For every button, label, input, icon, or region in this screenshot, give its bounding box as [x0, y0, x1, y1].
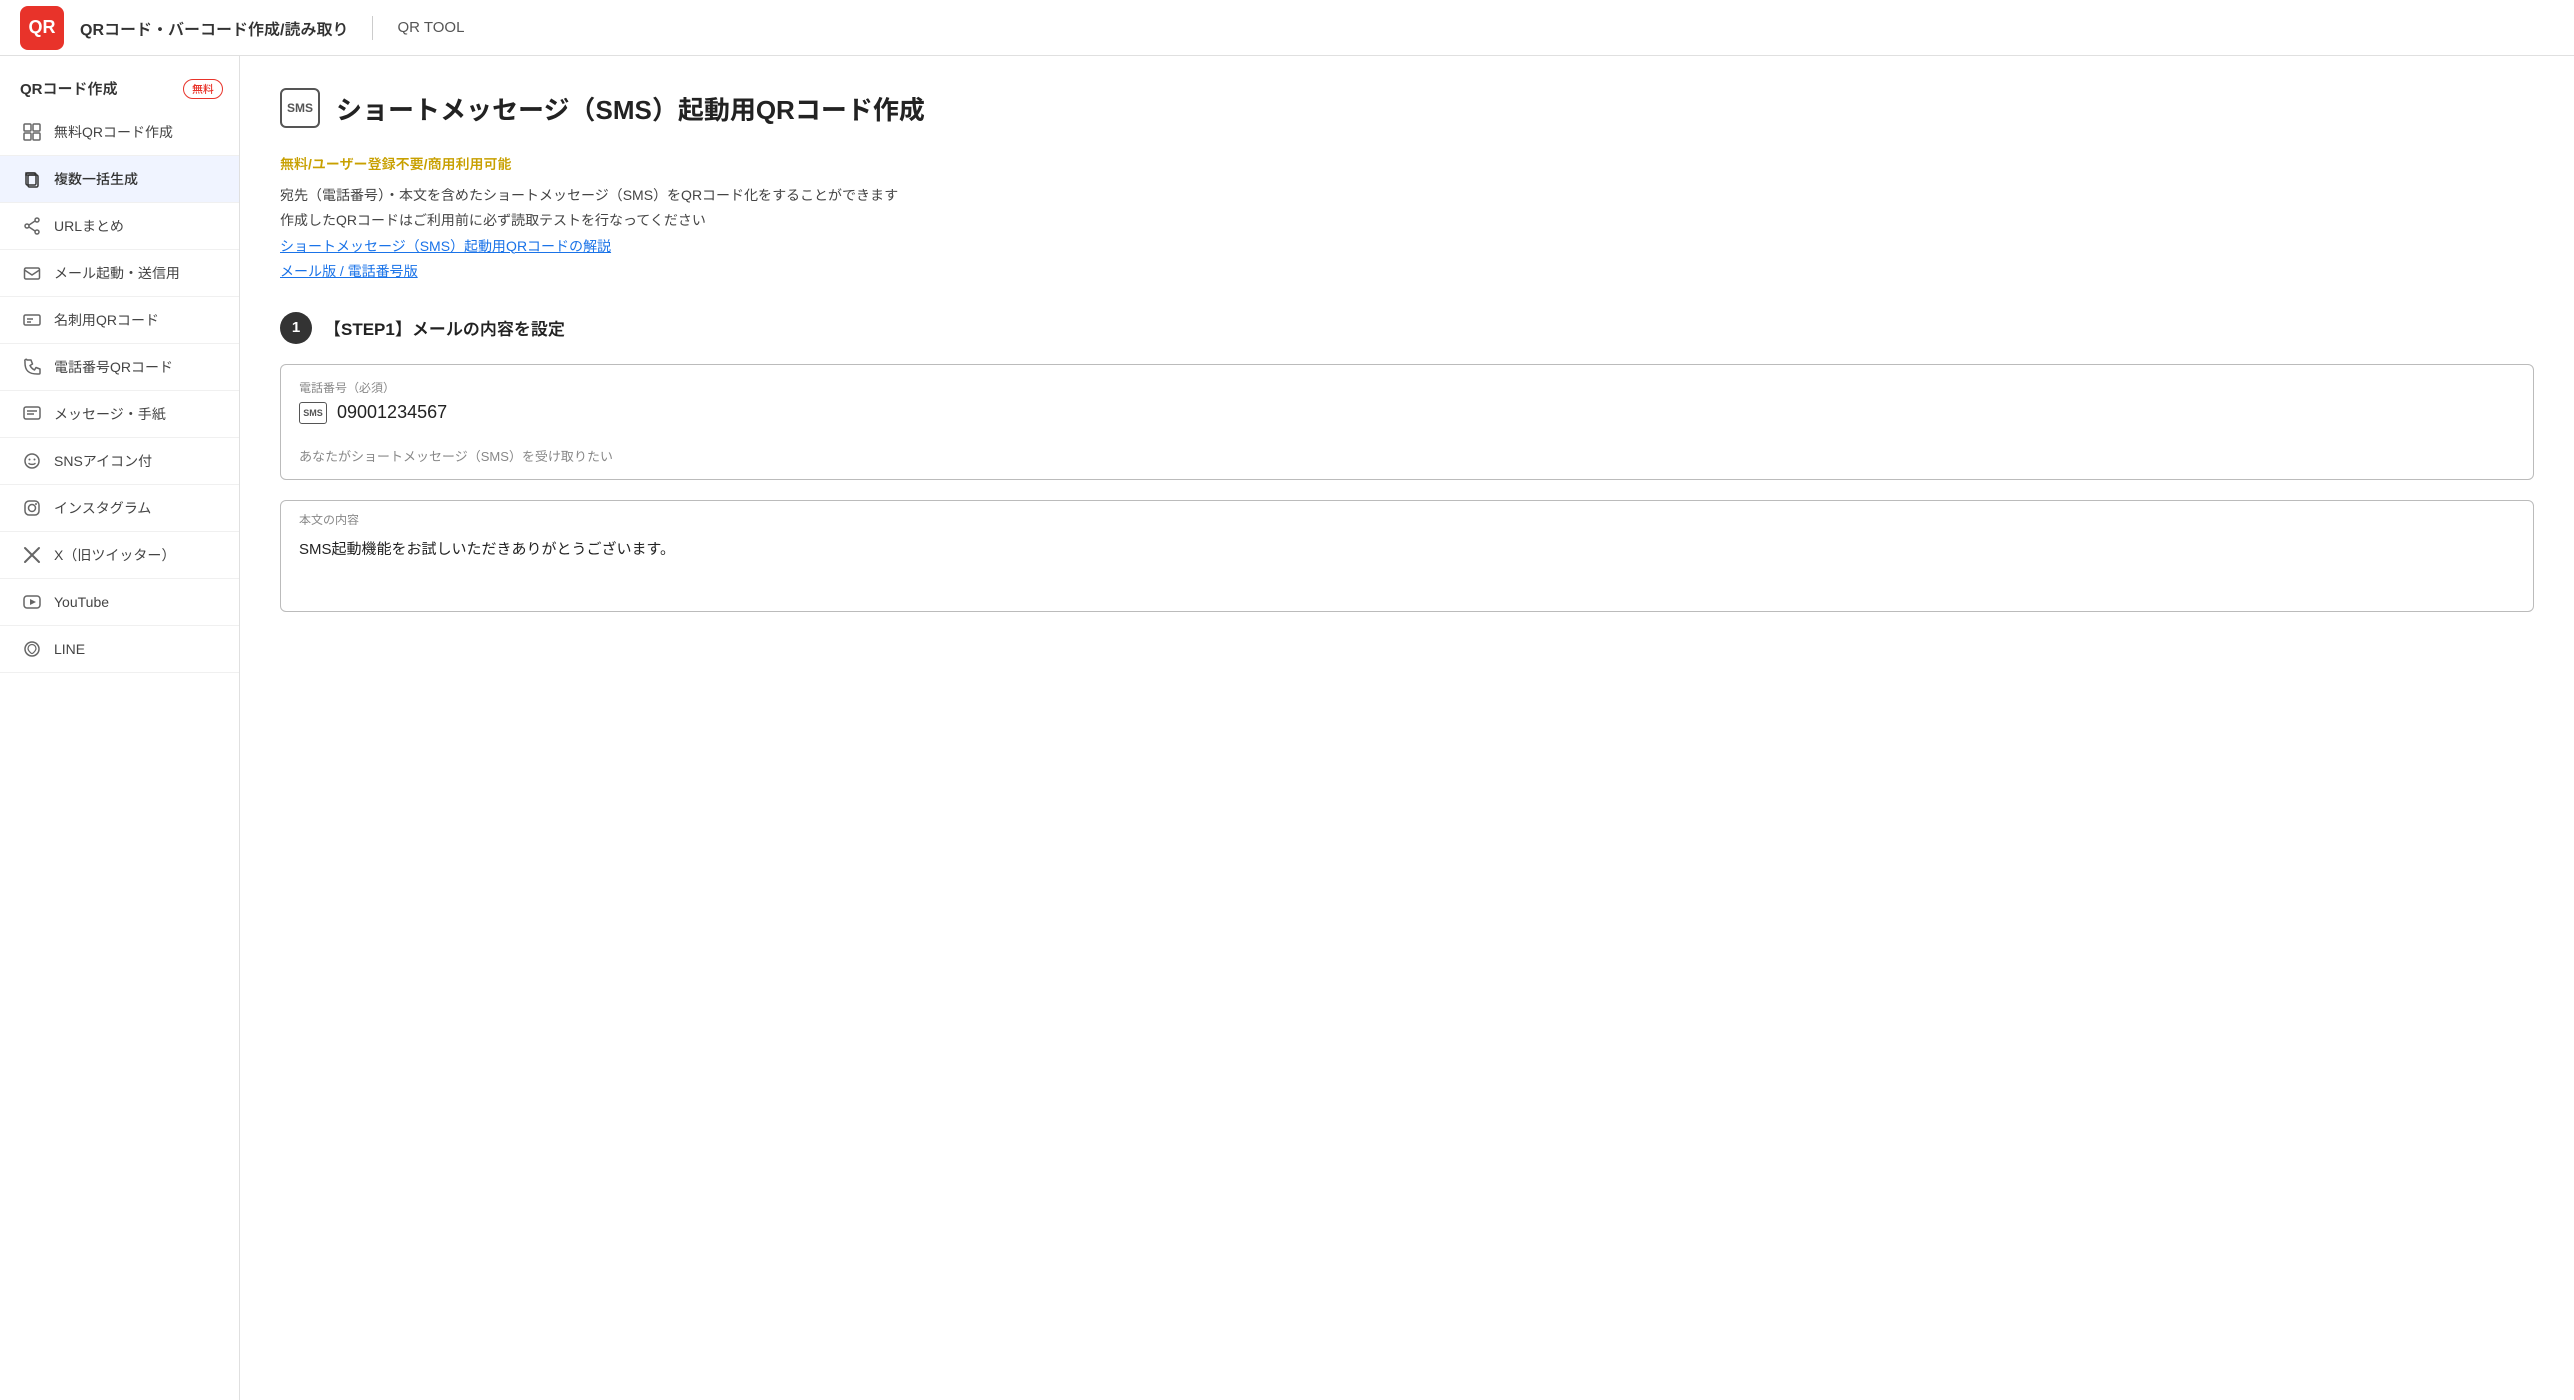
sidebar-item-label: 無料QRコード作成 — [54, 122, 173, 142]
logo: QR — [20, 6, 64, 50]
line-icon — [20, 637, 44, 661]
share-icon — [20, 214, 44, 238]
sidebar-item-label: SNSアイコン付 — [54, 451, 152, 471]
youtube-icon — [20, 590, 44, 614]
sidebar-item-label: LINE — [54, 641, 85, 657]
sidebar-item-label: X（旧ツイッター） — [54, 545, 175, 565]
phone-icon — [20, 355, 44, 379]
grid-icon — [20, 120, 44, 144]
sidebar-item-twitter[interactable]: X（旧ツイッター） — [0, 532, 239, 579]
sidebar-badge: 無料 — [183, 79, 223, 99]
step1-title: 【STEP1】メールの内容を設定 — [324, 315, 565, 340]
sidebar-item-label: 複数一括生成 — [54, 169, 138, 189]
header: QR QRコード・バーコード作成/読み取り QR TOOL — [0, 0, 2574, 56]
desc-versions[interactable]: メール版 / 電話番号版 — [280, 263, 418, 279]
page-title-icon: SMS — [280, 88, 320, 128]
step1-badge: 1 — [280, 312, 312, 344]
phone-field-box: 電話番号（必須） SMS あなたがショートメッセージ（SMS）を受け取りたい — [280, 364, 2534, 480]
mail-icon — [20, 261, 44, 285]
sidebar: QRコード作成 無料 無料QRコード作成 複数一括生成 URLまとめ — [0, 56, 240, 1400]
x-icon — [20, 543, 44, 567]
card-icon — [20, 308, 44, 332]
sidebar-item-label: 電話番号QRコード — [54, 357, 173, 377]
sidebar-item-instagram[interactable]: インスタグラム — [0, 485, 239, 532]
sidebar-item-label: メッセージ・手紙 — [54, 404, 166, 424]
desc-link[interactable]: ショートメッセージ（SMS）起動用QRコードの解説 — [280, 238, 611, 254]
instagram-icon — [20, 496, 44, 520]
sidebar-item-label: メール起動・送信用 — [54, 263, 180, 283]
sidebar-item-label: URLまとめ — [54, 216, 124, 236]
header-subtitle: QR TOOL — [397, 19, 464, 36]
copy-icon — [20, 167, 44, 191]
phone-field: 電話番号（必須） SMS — [281, 365, 2533, 436]
desc-line2: 作成したQRコードはご利用前に必ず読取テストを行なってください — [280, 208, 2534, 233]
sidebar-section-title: QRコード作成 無料 — [0, 68, 239, 109]
phone-input-row: SMS — [299, 402, 2515, 424]
sidebar-item-free-qr[interactable]: 無料QRコード作成 — [0, 109, 239, 156]
sidebar-item-youtube[interactable]: YouTube — [0, 579, 239, 626]
sidebar-item-sns[interactable]: SNSアイコン付 — [0, 438, 239, 485]
sidebar-item-meishi[interactable]: 名刺用QRコード — [0, 297, 239, 344]
sidebar-item-url[interactable]: URLまとめ — [0, 203, 239, 250]
highlight-text: 無料/ユーザー登録不要/商用利用可能 — [280, 152, 2534, 177]
sidebar-item-label: YouTube — [54, 594, 109, 610]
message-icon — [20, 402, 44, 426]
sidebar-item-message[interactable]: メッセージ・手紙 — [0, 391, 239, 438]
sidebar-item-line[interactable]: LINE — [0, 626, 239, 673]
body-textarea[interactable]: SMS起動機能をお試しいただきありがとうございます。 — [281, 528, 2533, 608]
phone-input[interactable] — [337, 402, 2515, 423]
body-label: 本文の内容 — [281, 501, 2533, 528]
phone-hint: あなたがショートメッセージ（SMS）を受け取りたい — [281, 446, 2533, 479]
sidebar-item-phone[interactable]: 電話番号QRコード — [0, 344, 239, 391]
sidebar-item-mail[interactable]: メール起動・送信用 — [0, 250, 239, 297]
sidebar-item-label: 名刺用QRコード — [54, 310, 159, 330]
sms-icon: SMS — [299, 402, 327, 424]
phone-label: 電話番号（必須） — [299, 379, 2515, 396]
sidebar-item-label: インスタグラム — [54, 498, 151, 518]
sidebar-item-bulk[interactable]: 複数一括生成 — [0, 156, 239, 203]
body-field-box: 本文の内容 SMS起動機能をお試しいただきありがとうございます。 — [280, 500, 2534, 612]
smiley-icon — [20, 449, 44, 473]
description-area: 無料/ユーザー登録不要/商用利用可能 宛先（電話番号）・本文を含めたショートメッ… — [280, 152, 2534, 284]
step1-header: 1 【STEP1】メールの内容を設定 — [280, 312, 2534, 344]
desc-line1: 宛先（電話番号）・本文を含めたショートメッセージ（SMS）をQRコード化をするこ… — [280, 183, 2534, 208]
page-title-row: SMS ショートメッセージ（SMS）起動用QRコード作成 — [280, 88, 2534, 128]
main-content: SMS ショートメッセージ（SMS）起動用QRコード作成 無料/ユーザー登録不要… — [240, 56, 2574, 1400]
layout: QRコード作成 無料 無料QRコード作成 複数一括生成 URLまとめ — [0, 56, 2574, 1400]
header-divider — [372, 16, 373, 40]
header-title: QRコード・バーコード作成/読み取り — [80, 16, 348, 40]
page-title: ショートメッセージ（SMS）起動用QRコード作成 — [336, 90, 925, 127]
